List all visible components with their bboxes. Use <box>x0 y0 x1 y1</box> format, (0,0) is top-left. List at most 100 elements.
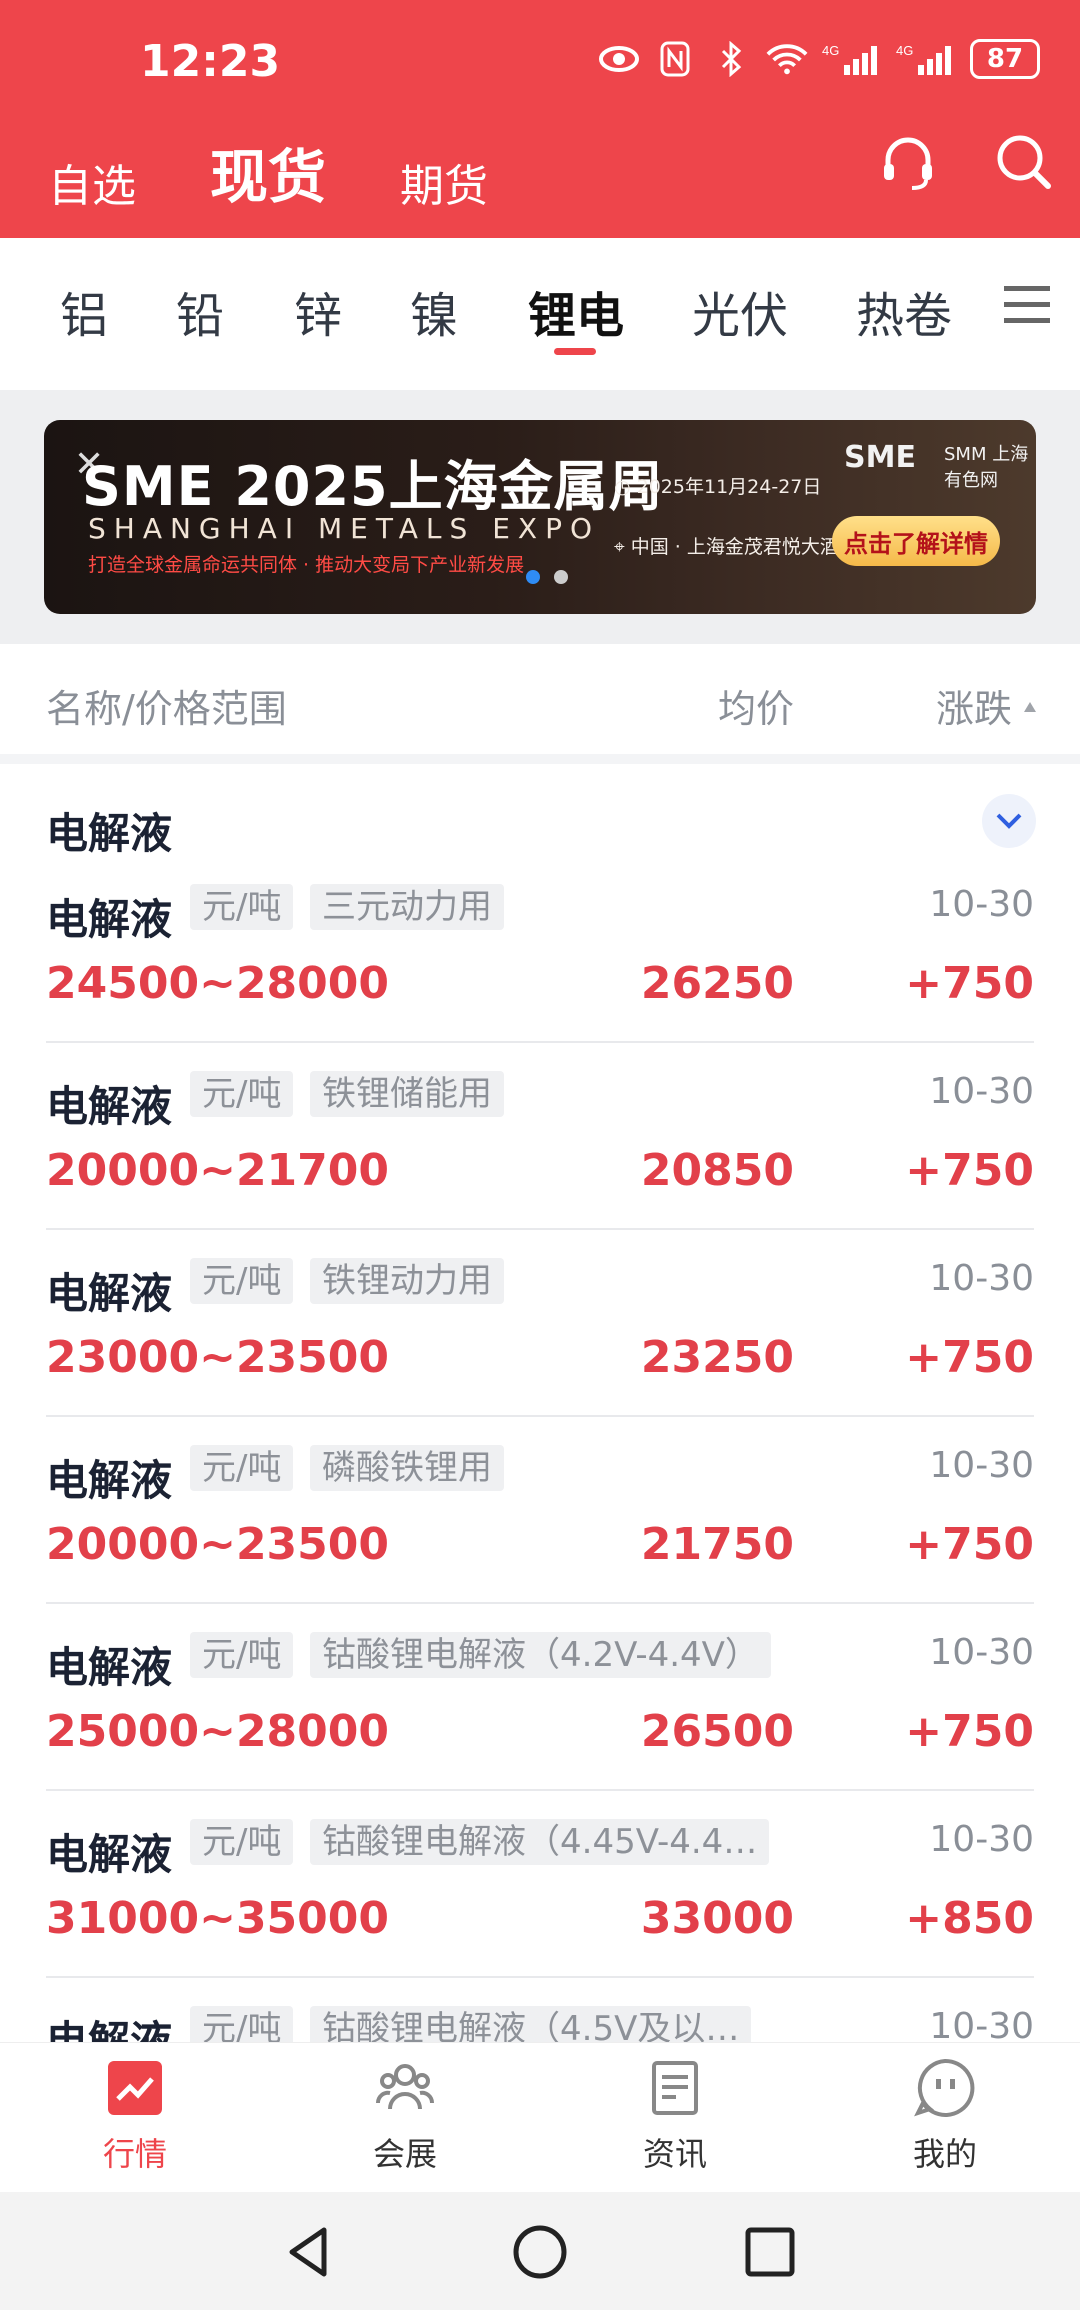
customer-service-icon[interactable] <box>876 130 940 194</box>
menu-icon[interactable] <box>1004 284 1050 326</box>
item-price-range: 20000~21700 <box>46 1145 390 1196</box>
banner-section: ✕ SME 2025上海金属周 SHANGHAI METALS EXPO 打造全… <box>0 390 1080 644</box>
item-price-range: 23000~23500 <box>46 1332 390 1383</box>
item-name: 电解液 <box>46 1643 173 1692</box>
category-tabs: 铝 铅 锌 镍 锂电 光伏 热卷 <box>0 238 1080 390</box>
tab-spot[interactable]: 现货 <box>210 130 326 214</box>
item-date: 10-30 <box>929 2006 1034 2042</box>
system-nav-bar <box>0 2192 1080 2310</box>
tab-aluminum[interactable]: 铝 <box>60 276 108 346</box>
tab-nickel[interactable]: 镍 <box>410 276 458 346</box>
tab-futures[interactable]: 期货 <box>400 150 488 214</box>
nav-news-label: 资讯 <box>642 2135 707 2173</box>
item-spec: 铁锂动力用 <box>310 1258 504 1304</box>
item-average-price: 26250 <box>640 958 794 1009</box>
battery-icon: 87 <box>970 39 1040 79</box>
banner-cta-button[interactable]: 点击了解详情 <box>832 516 1000 566</box>
column-header: 名称/价格范围 均价 涨跌 <box>0 644 1080 754</box>
item-average-price: 26500 <box>640 1706 794 1757</box>
signal-icon-2: 4G <box>896 38 956 80</box>
item-price-range: 25000~28000 <box>46 1706 390 1757</box>
item-spec: 铁锂储能用 <box>310 1071 504 1117</box>
item-date: 10-30 <box>929 1071 1034 1112</box>
list-item[interactable]: 电解液 元/吨 钴酸锂电解液（4.2V-4.4V） 10-30 25000~28… <box>0 1604 1080 1791</box>
list-item[interactable]: 电解液 元/吨 磷酸铁锂用 10-30 20000~23500 21750 +7… <box>0 1417 1080 1604</box>
item-unit: 元/吨 <box>190 1258 294 1304</box>
carousel-dots <box>526 570 568 584</box>
top-nav: 自选 现货 期货 <box>48 130 488 214</box>
carousel-dot[interactable] <box>554 570 568 584</box>
tab-lithium-battery[interactable]: 锂电 <box>528 276 624 346</box>
item-date: 10-30 <box>929 1258 1034 1299</box>
recent-apps-icon[interactable] <box>740 2222 800 2282</box>
item-average-price: 21750 <box>640 1519 794 1570</box>
item-name: 电解液 <box>46 1082 173 1131</box>
item-unit: 元/吨 <box>190 1071 294 1117</box>
banner-venue-text: 中国 · 上海金茂君悦大酒店 <box>630 536 858 558</box>
item-unit: 元/吨 <box>190 1445 294 1491</box>
nav-exhibition[interactable]: 会展 <box>330 2057 480 2175</box>
nav-profile[interactable]: 我的 <box>870 2057 1020 2175</box>
nav-news[interactable]: 资讯 <box>600 2057 750 2175</box>
market-chart-icon <box>104 2057 166 2119</box>
tab-watchlist[interactable]: 自选 <box>48 150 136 214</box>
promo-banner[interactable]: ✕ SME 2025上海金属周 SHANGHAI METALS EXPO 打造全… <box>44 420 1036 614</box>
item-date: 10-30 <box>929 1445 1034 1486</box>
list-item[interactable]: 电解液 元/吨 钴酸锂电解液（4.45V-4.4… 10-30 31000~35… <box>0 1791 1080 1978</box>
network-label-1: 4G <box>822 43 839 58</box>
tab-zinc[interactable]: 锌 <box>294 276 342 346</box>
item-name: 电解液 <box>46 1830 173 1879</box>
carousel-dot-active[interactable] <box>526 570 540 584</box>
nav-market-label: 行情 <box>102 2135 167 2173</box>
users-icon <box>374 2057 436 2119</box>
nav-profile-label: 我的 <box>912 2135 977 2173</box>
list-item[interactable]: 电解液 元/吨 三元动力用 10-30 24500~28000 26250 +7… <box>0 856 1080 1043</box>
item-average-price: 33000 <box>640 1893 794 1944</box>
item-date: 10-30 <box>929 884 1034 925</box>
item-unit: 元/吨 <box>190 1819 294 1865</box>
smm-logo: SMM 上海有色网 <box>944 444 1029 491</box>
item-date: 10-30 <box>929 1632 1034 1673</box>
price-list: 电解液 电解液 元/吨 三元动力用 10-30 24500~28000 2625… <box>0 764 1080 2042</box>
item-average-price: 20850 <box>640 1145 794 1196</box>
nav-market[interactable]: 行情 <box>60 2057 210 2175</box>
tab-hot-rolled-coil[interactable]: 热卷 <box>856 276 952 346</box>
item-change: +750 <box>905 1519 1034 1570</box>
column-name-range: 名称/价格范围 <box>46 687 287 731</box>
tab-lead[interactable]: 铅 <box>176 276 224 346</box>
status-icons: 4G 4G 87 <box>598 38 1040 80</box>
list-item[interactable]: 电解液 元/吨 铁锂动力用 10-30 23000~23500 23250 +7… <box>0 1230 1080 1417</box>
item-change: +750 <box>905 1332 1034 1383</box>
sort-icon[interactable] <box>1024 702 1036 712</box>
item-change: +750 <box>905 1145 1034 1196</box>
item-spec: 磷酸铁锂用 <box>310 1445 504 1491</box>
chat-face-icon <box>914 2057 976 2119</box>
item-unit: 元/吨 <box>190 884 294 930</box>
eye-icon <box>598 38 640 80</box>
home-icon[interactable] <box>510 2222 570 2282</box>
search-icon[interactable] <box>992 130 1056 194</box>
list-item[interactable]: 电解液 元/吨 钴酸锂电解液（4.5V及以… 10-30 <box>0 1978 1080 2042</box>
banner-date-text: 2025年11月24-27日 <box>636 476 822 498</box>
item-unit: 元/吨 <box>190 1632 294 1678</box>
item-average-price: 23250 <box>640 1332 794 1383</box>
item-spec: 钴酸锂电解液（4.2V-4.4V） <box>310 1632 771 1678</box>
banner-title: SME 2025上海金属周 <box>82 455 664 518</box>
back-icon[interactable] <box>280 2222 340 2282</box>
tab-photovoltaic[interactable]: 光伏 <box>692 276 788 346</box>
nfc-icon <box>654 38 696 80</box>
list-item[interactable]: 电解液 元/吨 铁锂储能用 10-30 20000~21700 20850 +7… <box>0 1043 1080 1230</box>
column-change[interactable]: 涨跌 <box>936 678 1012 733</box>
item-change: +850 <box>905 1893 1034 1944</box>
nav-exhibition-label: 会展 <box>372 2135 437 2173</box>
banner-slogan: 打造全球金属命运共同体 · 推动大变局下产业新发展 <box>88 554 525 576</box>
status-time: 12:23 <box>140 36 281 87</box>
bottom-nav: 行情 会展 资讯 我的 <box>0 2042 1080 2193</box>
chevron-down-icon[interactable] <box>982 794 1036 848</box>
item-change: +750 <box>905 1706 1034 1757</box>
wifi-icon <box>766 38 808 80</box>
item-spec: 三元动力用 <box>310 884 504 930</box>
item-name: 电解液 <box>46 895 173 944</box>
item-spec: 钴酸锂电解液（4.45V-4.4… <box>310 1819 770 1865</box>
column-average: 均价 <box>718 687 795 731</box>
